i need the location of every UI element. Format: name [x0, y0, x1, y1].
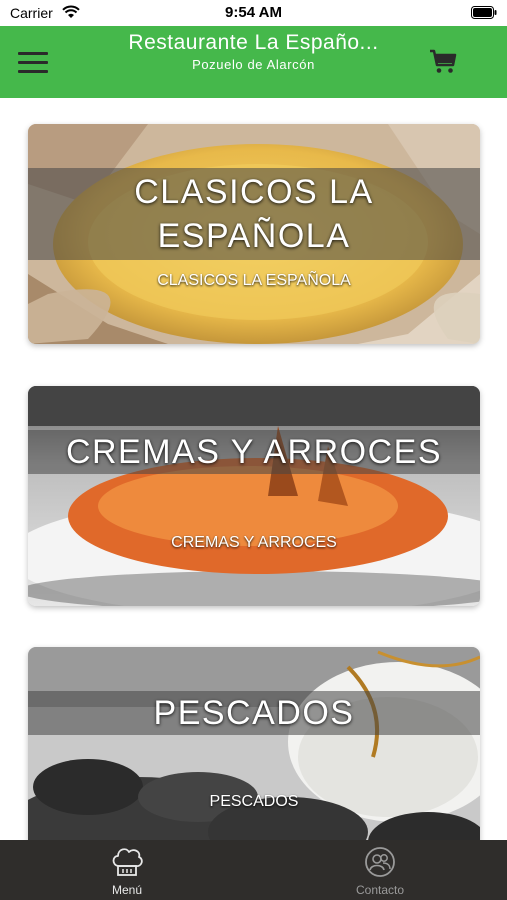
- category-list: CLASICOS LA ESPAÑOLA CLASICOS LA ESPAÑOL…: [0, 98, 507, 840]
- pescados-photo: [28, 647, 480, 840]
- tab-contacto-label: Contacto: [355, 883, 405, 897]
- category-card-cremas[interactable]: CREMAS Y ARROCES CREMAS Y ARROCES: [28, 386, 480, 606]
- status-time: 9:54 AM: [225, 4, 282, 21]
- chef-hat-icon: [112, 848, 143, 876]
- tab-contacto[interactable]: Contacto: [310, 840, 450, 900]
- app-header: Restaurante La Españo... Pozuelo de Alar…: [0, 26, 507, 98]
- cart-icon[interactable]: [428, 46, 458, 76]
- status-bar: Carrier 9:54 AM: [0, 0, 507, 26]
- category-card-pescados[interactable]: PESCADOS PESCADOS: [28, 647, 480, 840]
- tab-bar: Menú Contacto: [0, 840, 507, 900]
- category-subtitle: CLASICOS LA ESPAÑOLA: [157, 272, 351, 289]
- hamburger-menu-icon[interactable]: [18, 52, 48, 74]
- category-card-clasicos[interactable]: CLASICOS LA ESPAÑOLA CLASICOS LA ESPAÑOL…: [28, 124, 480, 344]
- tab-menu[interactable]: Menú: [57, 840, 197, 900]
- category-title: CLASICOS LA ESPAÑOLA: [134, 173, 374, 255]
- category-subtitle: CREMAS Y ARROCES: [171, 534, 337, 551]
- contact-icon: [365, 847, 395, 877]
- risotto-photo: [28, 386, 480, 606]
- battery-icon: [471, 6, 497, 19]
- tab-menu-label: Menú: [111, 883, 143, 897]
- restaurant-location: Pozuelo de Alarcón: [192, 57, 315, 72]
- category-title: CREMAS Y ARROCES: [65, 433, 443, 471]
- restaurant-title: Restaurante La Españo...: [128, 31, 379, 54]
- category-title: PESCADOS: [153, 694, 355, 732]
- category-subtitle: PESCADOS: [209, 793, 299, 810]
